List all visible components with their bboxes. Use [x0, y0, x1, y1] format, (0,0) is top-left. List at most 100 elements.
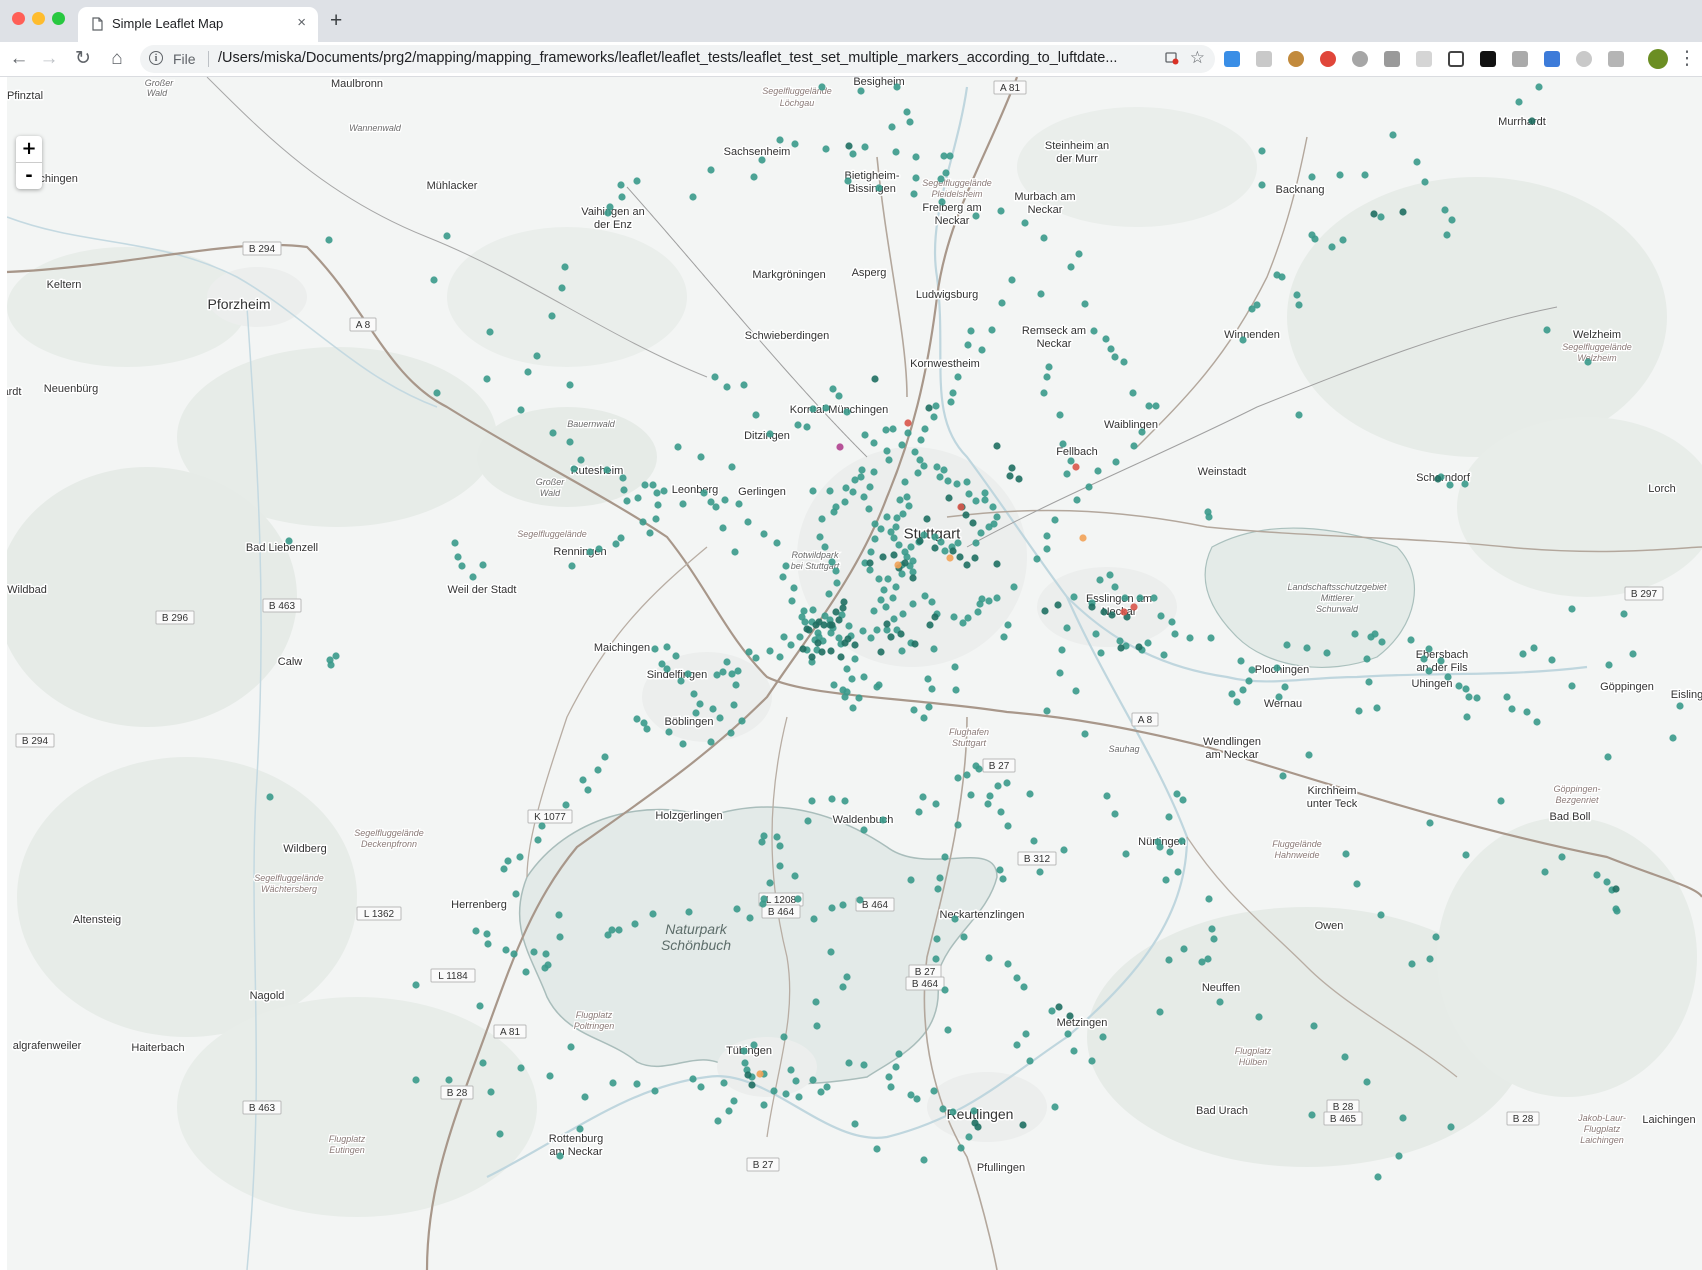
sensor-marker-dark[interactable]: [851, 641, 859, 649]
sensor-marker-teal[interactable]: [1426, 955, 1434, 963]
sensor-marker-teal[interactable]: [581, 1093, 589, 1101]
sensor-marker-dark[interactable]: [1066, 1012, 1074, 1020]
sensor-marker-teal[interactable]: [1629, 650, 1637, 658]
sensor-marker-teal[interactable]: [533, 352, 541, 360]
sensor-marker-teal[interactable]: [952, 686, 960, 694]
new-tab-button[interactable]: +: [330, 9, 342, 33]
sensor-marker-teal[interactable]: [879, 816, 887, 824]
sensor-marker-teal[interactable]: [524, 368, 532, 376]
sensor-marker-teal[interactable]: [860, 673, 868, 681]
sensor-marker-dark[interactable]: [1054, 601, 1062, 609]
sensor-marker-orange[interactable]: [894, 561, 902, 569]
sensor-marker-teal[interactable]: [584, 786, 592, 794]
sensor-marker-dark[interactable]: [832, 608, 840, 616]
sensor-marker-teal[interactable]: [1040, 234, 1048, 242]
sensor-marker-teal[interactable]: [542, 950, 550, 958]
sensor-marker-teal[interactable]: [1342, 850, 1350, 858]
sensor-marker-teal[interactable]: [709, 705, 717, 713]
sensor-marker-teal[interactable]: [909, 557, 917, 565]
sensor-marker-dark[interactable]: [744, 1071, 752, 1079]
sensor-marker-teal[interactable]: [752, 411, 760, 419]
sensor-marker-teal[interactable]: [285, 537, 293, 545]
sensor-marker-teal[interactable]: [849, 704, 857, 712]
sensor-marker-teal[interactable]: [689, 193, 697, 201]
sensor-marker-teal[interactable]: [866, 483, 874, 491]
sensor-marker-teal[interactable]: [633, 715, 641, 723]
sensor-marker-teal[interactable]: [1160, 651, 1168, 659]
sensor-marker-teal[interactable]: [947, 398, 955, 406]
sensor-marker-teal[interactable]: [1102, 335, 1110, 343]
sensor-marker-teal[interactable]: [871, 520, 879, 528]
sensor-marker-teal[interactable]: [1530, 644, 1538, 652]
sensor-marker-teal[interactable]: [889, 594, 897, 602]
sensor-marker-teal[interactable]: [568, 562, 576, 570]
sensor-marker-teal[interactable]: [555, 911, 563, 919]
extension-icon-2[interactable]: [1256, 51, 1272, 67]
sensor-marker-teal[interactable]: [1085, 483, 1093, 491]
sensor-marker-dark[interactable]: [818, 648, 826, 656]
sensor-marker-teal[interactable]: [905, 502, 913, 510]
sensor-marker-teal[interactable]: [1099, 1033, 1107, 1041]
sensor-marker-dark[interactable]: [799, 645, 807, 653]
sensor-marker-teal[interactable]: [586, 548, 594, 556]
sensor-marker-teal[interactable]: [1162, 876, 1170, 884]
sensor-marker-teal[interactable]: [944, 477, 952, 485]
sensor-marker-teal[interactable]: [845, 622, 853, 630]
sensor-marker-teal[interactable]: [1377, 911, 1385, 919]
sensor-marker-teal[interactable]: [1056, 411, 1064, 419]
sensor-marker-teal[interactable]: [679, 740, 687, 748]
sensor-marker-teal[interactable]: [738, 717, 746, 725]
sensor-marker-teal[interactable]: [633, 1080, 641, 1088]
sensor-marker-teal[interactable]: [608, 926, 616, 934]
sensor-marker-teal[interactable]: [953, 480, 961, 488]
sensor-marker-teal[interactable]: [723, 383, 731, 391]
sensor-marker-teal[interactable]: [1425, 667, 1433, 675]
sensor-marker-teal[interactable]: [828, 904, 836, 912]
sensor-marker-teal[interactable]: [965, 1133, 973, 1141]
sensor-marker-teal[interactable]: [548, 312, 556, 320]
sensor-marker-teal[interactable]: [915, 808, 923, 816]
sensor-marker-teal[interactable]: [1353, 880, 1361, 888]
sensor-marker-teal[interactable]: [877, 596, 885, 604]
sensor-marker-teal[interactable]: [901, 478, 909, 486]
sensor-marker-teal[interactable]: [646, 529, 654, 537]
sensor-marker-dark[interactable]: [901, 559, 909, 567]
sensor-marker-dark[interactable]: [883, 620, 891, 628]
sensor-marker-teal[interactable]: [603, 466, 611, 474]
sensor-marker-teal[interactable]: [933, 463, 941, 471]
sensor-marker-teal[interactable]: [1462, 685, 1470, 693]
sensor-marker-teal[interactable]: [1060, 846, 1068, 854]
sensor-marker-teal[interactable]: [517, 406, 525, 414]
sensor-marker-teal[interactable]: [1465, 693, 1473, 701]
sensor-marker-teal[interactable]: [412, 981, 420, 989]
sensor-marker-teal[interactable]: [566, 381, 574, 389]
sensor-marker-teal[interactable]: [1059, 440, 1067, 448]
sensor-marker-teal[interactable]: [566, 438, 574, 446]
sensor-marker-teal[interactable]: [839, 983, 847, 991]
sensor-marker-dark[interactable]: [1006, 472, 1014, 480]
sensor-marker-dark[interactable]: [962, 511, 970, 519]
sensor-marker-teal[interactable]: [1026, 790, 1034, 798]
sensor-marker-teal[interactable]: [731, 548, 739, 556]
sensor-marker-teal[interactable]: [1515, 98, 1523, 106]
sensor-marker-teal[interactable]: [1508, 705, 1516, 713]
sensor-marker-teal[interactable]: [707, 166, 715, 174]
sensor-marker-teal[interactable]: [1603, 878, 1611, 886]
sensor-marker-teal[interactable]: [1090, 327, 1098, 335]
sensor-marker-dark[interactable]: [931, 544, 939, 552]
sensor-marker-teal[interactable]: [512, 890, 520, 898]
sensor-marker-teal[interactable]: [782, 562, 790, 570]
sensor-marker-teal[interactable]: [617, 534, 625, 542]
sensor-marker-teal[interactable]: [985, 954, 993, 962]
sensor-marker-teal[interactable]: [1092, 630, 1100, 638]
extension-icon-6[interactable]: [1384, 51, 1400, 67]
sensor-marker-teal[interactable]: [1237, 657, 1245, 665]
sensor-marker-teal[interactable]: [641, 481, 649, 489]
sensor-marker-teal[interactable]: [1081, 300, 1089, 308]
sensor-marker-teal[interactable]: [809, 405, 817, 413]
sensor-marker-teal[interactable]: [1088, 1057, 1096, 1065]
sensor-marker-teal[interactable]: [496, 1130, 504, 1138]
sensor-marker-teal[interactable]: [1145, 402, 1153, 410]
sensor-marker-teal[interactable]: [562, 801, 570, 809]
sensor-marker-dark[interactable]: [1612, 885, 1620, 893]
